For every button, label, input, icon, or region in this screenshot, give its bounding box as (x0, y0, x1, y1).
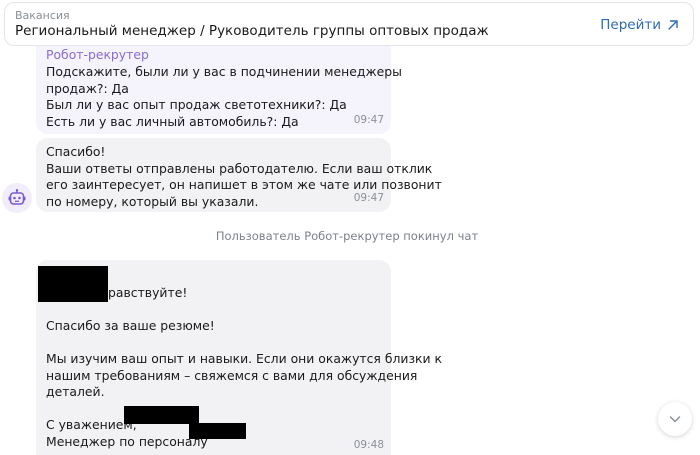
redacted-signature-name (124, 406, 199, 424)
message-line: деталей. (46, 384, 105, 399)
message-line: Был ли у вас опыт продаж светотехники?: … (46, 97, 347, 112)
message-line: Подскажите, были ли у вас в подчинении м… (46, 64, 402, 79)
message-time: 09:47 (353, 113, 384, 126)
bot-message-answers: Робот-рекрутер Подскажите, были ли у вас… (36, 46, 402, 134)
bot-message-thanks: Спасибо! Ваши ответы отправлены работода… (36, 138, 442, 212)
message-line: Мы изучим ваш опыт и навыки. Если они ок… (46, 351, 442, 366)
scroll-down-button[interactable] (658, 402, 692, 436)
message-time: 09:48 (353, 438, 384, 451)
message-line: Спасибо за ваше резюме! (46, 318, 215, 333)
goto-label: Перейти (600, 17, 661, 33)
message-line: Есть ли у вас личный автомобиль?: Да (46, 113, 299, 129)
vacancy-title[interactable]: Региональный менеджер / Руководитель гру… (15, 23, 489, 39)
vacancy-header: Вакансия Региональный менеджер / Руковод… (4, 2, 694, 46)
hr-message: равствуйте! Спасибо за ваше резюме! Мы и… (36, 260, 442, 455)
goto-vacancy-button[interactable]: Перейти (600, 15, 679, 35)
message-line: нашим требованиям – свяжемся с вами для … (46, 367, 418, 383)
bot-avatar (2, 183, 32, 213)
redacted-signature-company (189, 423, 246, 439)
message-line: его заинтересует, он напишет в этом же ч… (46, 177, 442, 192)
chevron-down-icon (669, 416, 681, 423)
redacted-name (38, 266, 108, 302)
arrow-up-right-icon (668, 20, 678, 30)
sender-name: Робот-рекрутер (46, 47, 149, 62)
message-line: по номеру, который вы указали. (46, 193, 259, 209)
message-line: Ваши ответы отправлены работодателю. Есл… (46, 160, 433, 176)
message-line: продаж?: Да (46, 80, 129, 96)
message-line: Спасибо! (46, 144, 106, 159)
message-time: 09:47 (353, 191, 384, 204)
vacancy-caption: Вакансия (15, 9, 70, 22)
system-note-left-chat: Пользователь Робот-рекрутер покинул чат (215, 229, 479, 243)
robot-icon (8, 189, 26, 205)
